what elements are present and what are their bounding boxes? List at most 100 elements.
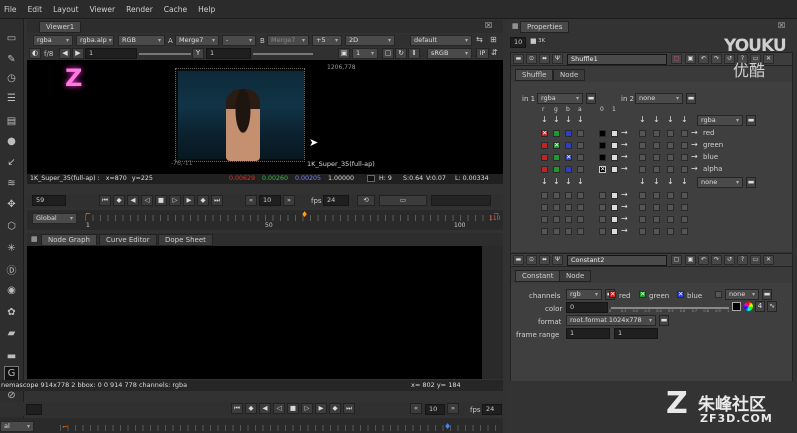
shuffle2-cell-3-3[interactable]: [577, 228, 584, 235]
loop-mode-button[interactable]: ⟲: [357, 195, 375, 206]
lock-icon[interactable]: ⇵: [491, 48, 498, 57]
bottom-play-button[interactable]: ▷: [301, 403, 313, 414]
properties-menu-icon[interactable]: ▦: [512, 22, 519, 30]
extra-channel-dropdown[interactable]: none: [725, 289, 759, 300]
shuffle-node-name-field[interactable]: Shuffle1: [567, 54, 667, 65]
shuffle2-cell-2-5[interactable]: [611, 216, 618, 223]
out-cell-2-3[interactable]: [681, 154, 688, 161]
channel-icon[interactable]: ☰: [4, 91, 19, 106]
color-swatch[interactable]: [732, 302, 741, 311]
clear-panels-icon[interactable]: 3K: [538, 38, 545, 44]
frame-end-field[interactable]: 1: [614, 328, 658, 339]
bottom-next-frame-button[interactable]: ▶: [315, 403, 327, 414]
color-value-field[interactable]: 0: [566, 302, 608, 313]
red-checkbox[interactable]: [609, 290, 616, 298]
gain-slider[interactable]: [139, 53, 191, 55]
time-icon[interactable]: ◷: [4, 71, 19, 86]
extra-channel-checkbox[interactable]: [715, 291, 722, 298]
transform-icon[interactable]: ✥: [4, 197, 19, 212]
gamma-toggle-button[interactable]: Y: [192, 48, 204, 59]
shuffle-cell-1-4[interactable]: [599, 142, 606, 149]
views-icon[interactable]: ◉: [4, 283, 19, 298]
menu-cache[interactable]: Cache: [164, 5, 187, 14]
out2-cell-3-2[interactable]: [667, 228, 674, 235]
bottom-prev-key-button[interactable]: ◆: [245, 403, 257, 414]
lut-profile-dropdown[interactable]: default: [410, 35, 472, 46]
shuffle-cell-2-5[interactable]: [611, 154, 618, 161]
bottom-next-key-button[interactable]: ◆: [329, 403, 341, 414]
fstop-up-button[interactable]: ▶: [72, 48, 84, 59]
curve-icon[interactable]: ∿: [767, 301, 777, 312]
out2-cell-2-0[interactable]: [639, 216, 646, 223]
out-cell-0-2[interactable]: [667, 130, 674, 137]
previous-keyframe-button[interactable]: ◆: [113, 195, 125, 206]
out-cell-2-2[interactable]: [667, 154, 674, 161]
tab-constant-node[interactable]: Node: [559, 270, 592, 282]
fps-field[interactable]: 24: [323, 195, 349, 206]
out2-cell-1-1[interactable]: [653, 204, 660, 211]
out2-cell-3-0[interactable]: [639, 228, 646, 235]
channels-dropdown[interactable]: rgba: [33, 35, 73, 46]
gizmo-icon[interactable]: G: [4, 366, 19, 381]
shuffle2-cell-2-1[interactable]: [553, 216, 560, 223]
gamma-value-field[interactable]: 1: [206, 48, 251, 59]
lut-dropdown[interactable]: sRGB: [427, 48, 472, 59]
tab-dope-sheet[interactable]: Dope Sheet: [158, 234, 213, 246]
pin-icon[interactable]: ⇆: [476, 35, 483, 44]
input-process-button[interactable]: IP: [476, 48, 489, 59]
stop-button[interactable]: ■: [155, 195, 167, 206]
flipbook-button[interactable]: ▭: [379, 195, 427, 206]
format-menu-button[interactable]: ▬: [659, 315, 669, 326]
tab-shuffle[interactable]: Shuffle: [515, 69, 554, 81]
shuffle2-cell-1-3[interactable]: [577, 204, 584, 211]
proxy-icon[interactable]: ▣: [338, 48, 350, 59]
gain-value-field[interactable]: 1: [85, 48, 137, 59]
skip-forward-button[interactable]: »: [283, 195, 295, 206]
shuffle-cell-0-3[interactable]: [577, 130, 584, 137]
shuffle2-cell-3-1[interactable]: [553, 228, 560, 235]
menu-edit[interactable]: Edit: [28, 5, 43, 14]
constant-center-node-icon[interactable]: ⊙: [526, 255, 537, 265]
other-icon[interactable]: ▬: [4, 349, 19, 364]
metadata-icon[interactable]: ✿: [4, 305, 19, 320]
shuffle2-cell-3-4[interactable]: [599, 228, 606, 235]
out2-cell-1-2[interactable]: [667, 204, 674, 211]
display-channel-dropdown[interactable]: RGB: [118, 35, 165, 46]
shuffle-cell-2-1[interactable]: [553, 154, 560, 161]
refresh-icon[interactable]: ↻: [395, 48, 407, 59]
bottom-first-frame-button[interactable]: ⏮: [231, 403, 243, 414]
out-cell-1-3[interactable]: [681, 142, 688, 149]
shuffle2-cell-1-5[interactable]: [611, 204, 618, 211]
shuffle-cell-1-2[interactable]: [565, 142, 572, 149]
shuffle2-cell-3-0[interactable]: [541, 228, 548, 235]
play-backward-button[interactable]: ◁: [141, 195, 153, 206]
last-frame-button[interactable]: ⏭: [211, 195, 223, 206]
shuffle-cell-1-1[interactable]: [553, 141, 560, 149]
out-cell-3-3[interactable]: [681, 166, 688, 173]
constant-help-icon[interactable]: ?: [737, 255, 748, 265]
constant-input-link-icon[interactable]: ⬌: [539, 255, 550, 265]
out-cell-1-0[interactable]: [639, 142, 646, 149]
gain-dropdown[interactable]: +5: [312, 35, 342, 46]
node-color-icon[interactable]: ▢: [671, 54, 682, 64]
out-cell-3-1[interactable]: [653, 166, 660, 173]
out2-menu-button[interactable]: ▬: [746, 177, 756, 188]
color-wheel-icon[interactable]: [744, 302, 753, 311]
shuffle-cell-1-0[interactable]: [541, 142, 548, 149]
constant-node-name-field[interactable]: Constant2: [567, 255, 667, 266]
bottom-fps-field[interactable]: 24: [482, 404, 502, 415]
alpha-channel-dropdown[interactable]: rgba.alp: [76, 35, 114, 46]
input-link-icon[interactable]: ⬌: [539, 54, 550, 64]
constant-node-color-icon[interactable]: ▢: [671, 255, 682, 265]
out1-menu-button[interactable]: ▬: [746, 115, 756, 126]
out2-cell-2-1[interactable]: [653, 216, 660, 223]
tab-curve-editor[interactable]: Curve Editor: [99, 234, 157, 246]
constant-gl-color-icon[interactable]: ▣: [685, 255, 696, 265]
bottom-range-mode-dropdown[interactable]: al: [0, 421, 34, 432]
merge-icon[interactable]: ≋: [4, 176, 19, 191]
out2-cell-2-3[interactable]: [681, 216, 688, 223]
out2-cell-3-3[interactable]: [681, 228, 688, 235]
in-point-marker[interactable]: ⌐: [85, 210, 91, 218]
shuffle2-cell-3-2[interactable]: [565, 228, 572, 235]
out-cell-0-1[interactable]: [653, 130, 660, 137]
